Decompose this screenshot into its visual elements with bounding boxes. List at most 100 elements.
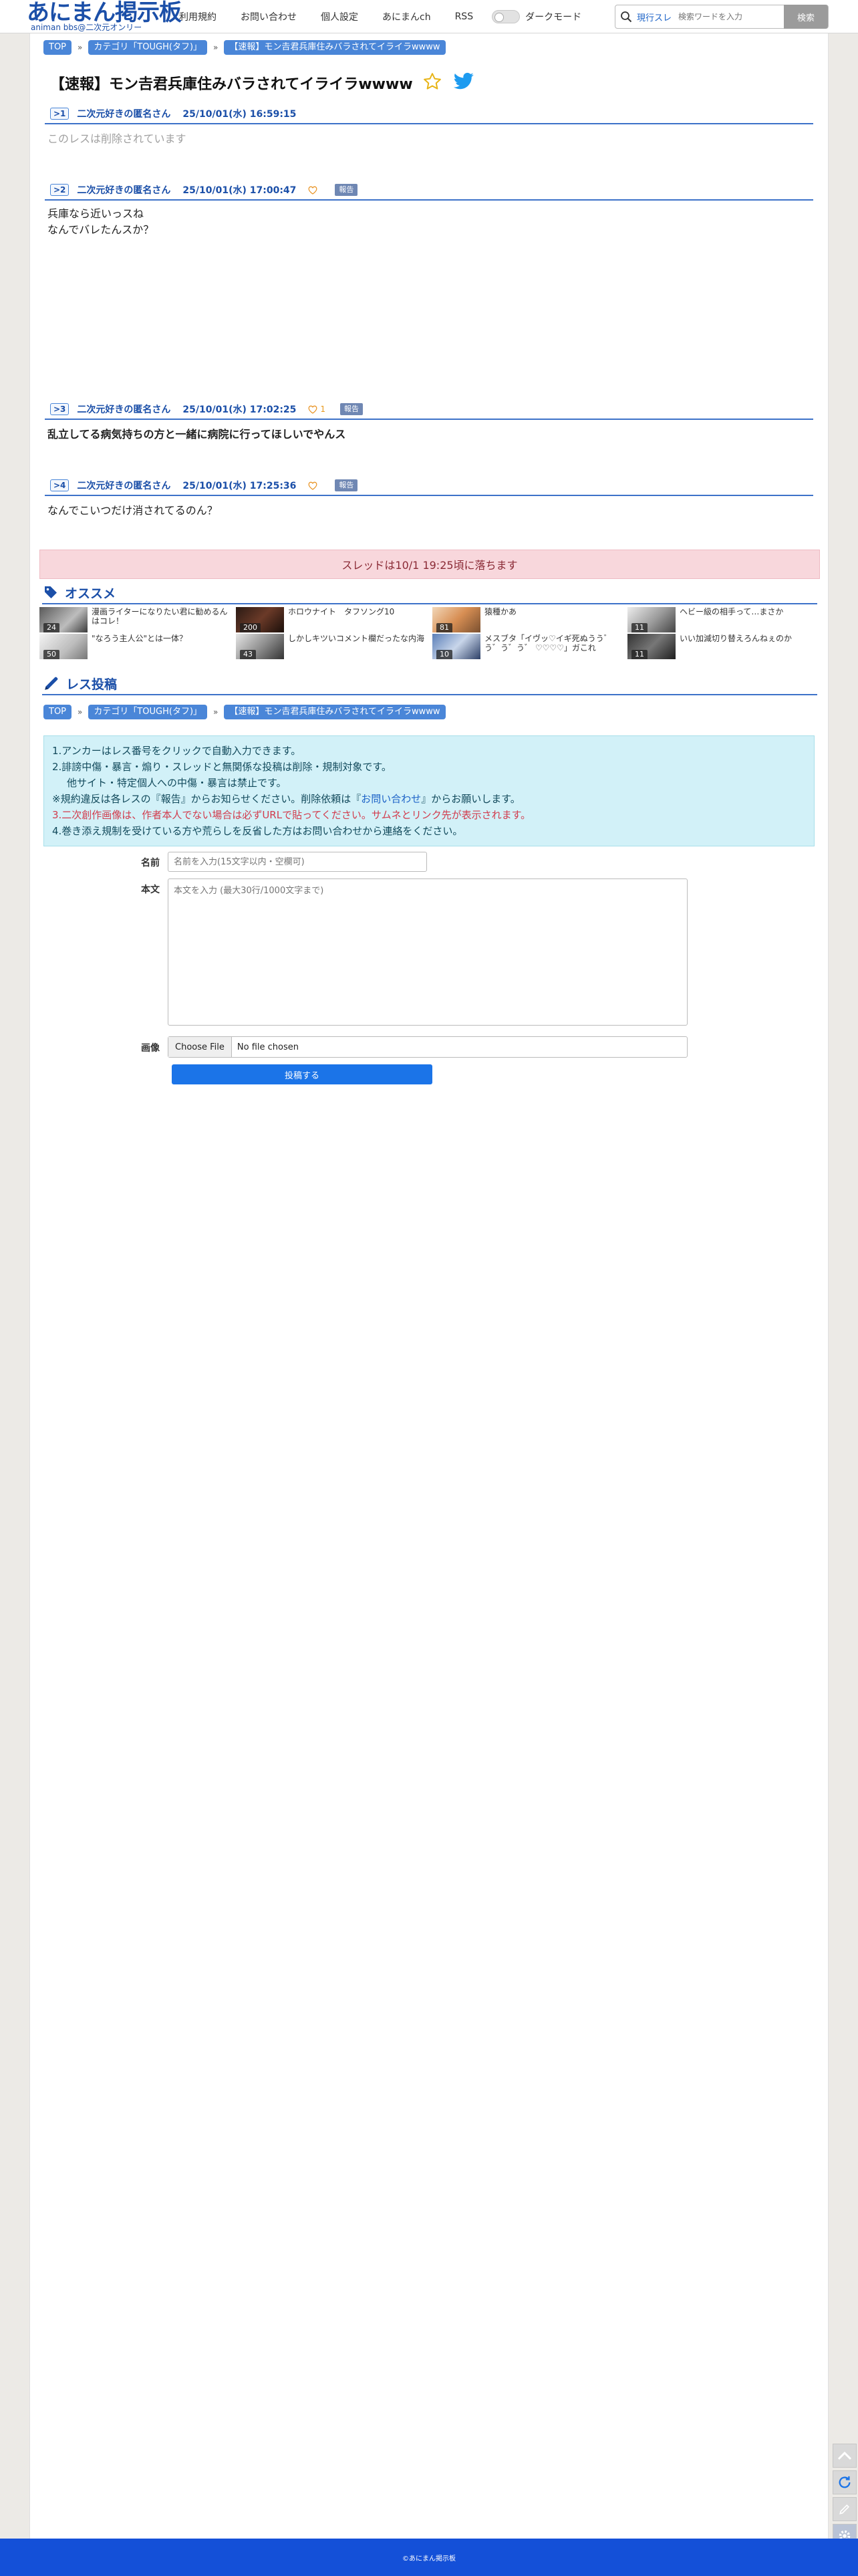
recommend-thumbnail: 50	[39, 634, 88, 659]
header-nav: 利用規約 お問い合わせ 個人設定 あにまんch RSS ダークモード	[179, 0, 581, 33]
scroll-top-button[interactable]	[833, 2444, 857, 2468]
breadcrumb-top[interactable]: TOP	[43, 705, 72, 719]
breadcrumb-category[interactable]: カテゴリ「TOUGH(タフ)」	[88, 40, 208, 55]
reply-count: 11	[631, 623, 648, 632]
recommend-item[interactable]: 50 "なろう主人公"とは一体？	[39, 634, 233, 659]
post-date: 25/10/01(水) 17:00:47	[182, 185, 297, 196]
darkmode-switch[interactable]: ダークモード	[492, 10, 581, 23]
heart-icon	[308, 405, 317, 414]
search-input[interactable]	[678, 12, 772, 21]
nav-animanch[interactable]: あにまんch	[382, 10, 431, 23]
post-header: >2 二次元好きの匿名さん 25/10/01(水) 17:00:47 報告	[45, 181, 813, 201]
breadcrumb-separator: »	[213, 707, 219, 717]
reload-icon	[839, 2476, 851, 2488]
arrow-up-icon	[837, 2451, 852, 2460]
thread-title: 【速報】モン𠮷君兵庫住みバラされてイライラwwww	[50, 76, 413, 93]
report-button[interactable]: 報告	[340, 403, 364, 415]
post-author: 二次元好きの匿名さん	[77, 109, 171, 120]
breadcrumb-category[interactable]: カテゴリ「TOUGH(タフ)」	[88, 705, 208, 719]
like-button[interactable]	[308, 186, 320, 195]
recommend-item[interactable]: 81 猿種かあ	[432, 607, 626, 632]
post-line: 兵庫なら近いっスね	[47, 207, 144, 220]
post-line: なんでこいつだけ消されてるのん？	[47, 504, 218, 517]
choose-file-button[interactable]: Choose File	[168, 1037, 232, 1057]
post-date: 25/10/01(水) 17:02:25	[182, 404, 297, 415]
contact-link[interactable]: お問い合わせ	[361, 793, 421, 805]
recommend-item[interactable]: 200 ホロウナイト タフソング10	[236, 607, 430, 632]
recommend-item-title: いい加減切り替えろんねぇのか	[680, 634, 793, 643]
search-button[interactable]: 検索	[784, 5, 828, 29]
recommend-item[interactable]: 11 ヘビー級の相手って…まさか	[627, 607, 821, 632]
heart-icon	[308, 481, 317, 490]
search-scope-select[interactable]: 現行スレ	[637, 11, 672, 23]
tag-icon	[45, 586, 57, 598]
like-button[interactable]	[308, 481, 320, 490]
recommend-item-title: しかしキツいコメント欄だったな内海	[288, 634, 425, 643]
rule-line: 2.誹謗中傷・暴言・煽り・スレッドと無関係な投稿は削除・規制対象です。	[52, 761, 392, 773]
site-logo[interactable]: あにまん掲示板 animan bbs@二次元オンリー	[27, 0, 182, 33]
recommend-list: 24 漫画ライターになりたい君に勧めるんはコレ！ 200 ホロウナイト タフソン…	[39, 607, 821, 659]
site-header: あにまん掲示板 animan bbs@二次元オンリー 利用規約 お問い合わせ 個…	[0, 0, 858, 33]
breadcrumb-separator: »	[78, 43, 83, 52]
report-button[interactable]: 報告	[335, 184, 358, 196]
reply-count: 10	[436, 650, 452, 659]
breadcrumb-thread[interactable]: 【速報】モン𠮷君兵庫住みバラされてイライラwwww	[224, 40, 446, 55]
rule-line: ※規約違反は各レスの『報告』からお知らせください。削除依頼は『お問い合わせ』から…	[52, 791, 806, 807]
breadcrumb-separator: »	[213, 43, 219, 52]
breadcrumb-top[interactable]: TOP	[43, 40, 72, 55]
post-author: 二次元好きの匿名さん	[77, 404, 171, 415]
recommend-item[interactable]: 43 しかしキツいコメント欄だったな内海	[236, 634, 430, 659]
recommend-thumbnail: 11	[627, 607, 676, 632]
submit-button[interactable]: 投稿する	[172, 1064, 432, 1084]
darkmode-label: ダークモード	[525, 12, 582, 23]
footer-copyright: ©あにまん掲示板	[402, 2555, 456, 2563]
image-file-field[interactable]: Choose File No file chosen	[168, 1036, 688, 1058]
nav-terms[interactable]: 利用規約	[179, 10, 217, 23]
post-line: なんでバレたんスか？	[47, 223, 154, 236]
name-label: 名前	[141, 858, 160, 868]
recommend-thumbnail: 81	[432, 607, 480, 632]
recommend-item[interactable]: 10 メスブタ「イヴッ♡イギ死ぬうう゛う゛う゛う゛ ♡♡♡♡」ガこれ	[432, 634, 626, 659]
recommend-item[interactable]: 24 漫画ライターになりたい君に勧めるんはコレ！	[39, 607, 233, 632]
like-button[interactable]: 1	[308, 404, 325, 414]
reply-count: 50	[43, 650, 59, 659]
rule-text: ※規約違反は各レスの『報告』からお知らせください。削除依頼は『	[52, 793, 362, 805]
nav-settings[interactable]: 個人設定	[321, 10, 358, 23]
name-input[interactable]	[168, 852, 427, 872]
main-column: TOP » カテゴリ「TOUGH(タフ)」 » 【速報】モン𠮷君兵庫住みバラされ…	[29, 33, 829, 2539]
darkmode-toggle-icon[interactable]	[492, 10, 521, 23]
reply-count: 43	[240, 650, 256, 659]
post-number[interactable]: >1	[50, 108, 69, 120]
recommend-title: オススメ	[65, 586, 116, 601]
thread-drop-notice: スレッドは10/1 19:25頃に落ちます	[39, 550, 820, 579]
report-button[interactable]: 報告	[335, 479, 358, 491]
post-number[interactable]: >2	[50, 184, 69, 196]
posting-rules-notice: 1.アンカーはレス番号をクリックで自動入力できます。 2.誹謗中傷・暴言・煽り・…	[43, 735, 815, 846]
recommend-thumbnail: 24	[39, 607, 88, 632]
write-button[interactable]	[833, 2497, 857, 2521]
logo-main-text: あにまん掲示板	[27, 0, 182, 26]
post-header: >4 二次元好きの匿名さん 25/10/01(水) 17:25:36 報告	[45, 476, 813, 496]
body-textarea[interactable]	[168, 879, 688, 1026]
recommend-item-title: 猿種かあ	[484, 607, 517, 616]
rule-line: 他サイト・特定個人への中傷・暴言は禁止です。	[67, 777, 287, 789]
post-number[interactable]: >4	[50, 479, 69, 491]
reload-button[interactable]	[833, 2470, 857, 2494]
breadcrumb: TOP » カテゴリ「TOUGH(タフ)」 » 【速報】モン𠮷君兵庫住みバラされ…	[43, 40, 446, 55]
like-count: 1	[320, 404, 326, 414]
favorite-star-icon[interactable]	[422, 72, 442, 94]
post-line: 乱立してる病気持ちの方と一緒に病院に行ってほしいでやんス	[47, 428, 346, 441]
body-label: 本文	[141, 885, 160, 895]
recommend-item-title: メスブタ「イヴッ♡イギ死ぬうう゛う゛う゛う゛ ♡♡♡♡」ガこれ	[484, 634, 612, 653]
post-author: 二次元好きの匿名さん	[77, 185, 171, 196]
recommend-item[interactable]: 11 いい加減切り替えろんねぇのか	[627, 634, 821, 659]
breadcrumb-thread[interactable]: 【速報】モン𠮷君兵庫住みバラされてイライラwwww	[224, 705, 446, 719]
twitter-share-icon[interactable]	[453, 72, 474, 94]
recommend-item-title: "なろう主人公"とは一体？	[92, 634, 188, 643]
reply-count: 200	[240, 623, 261, 632]
post-number[interactable]: >3	[50, 403, 69, 415]
search-icon	[615, 5, 637, 28]
recommend-thumbnail: 10	[432, 634, 480, 659]
nav-rss[interactable]: RSS	[455, 11, 474, 22]
nav-contact[interactable]: お問い合わせ	[241, 10, 297, 23]
